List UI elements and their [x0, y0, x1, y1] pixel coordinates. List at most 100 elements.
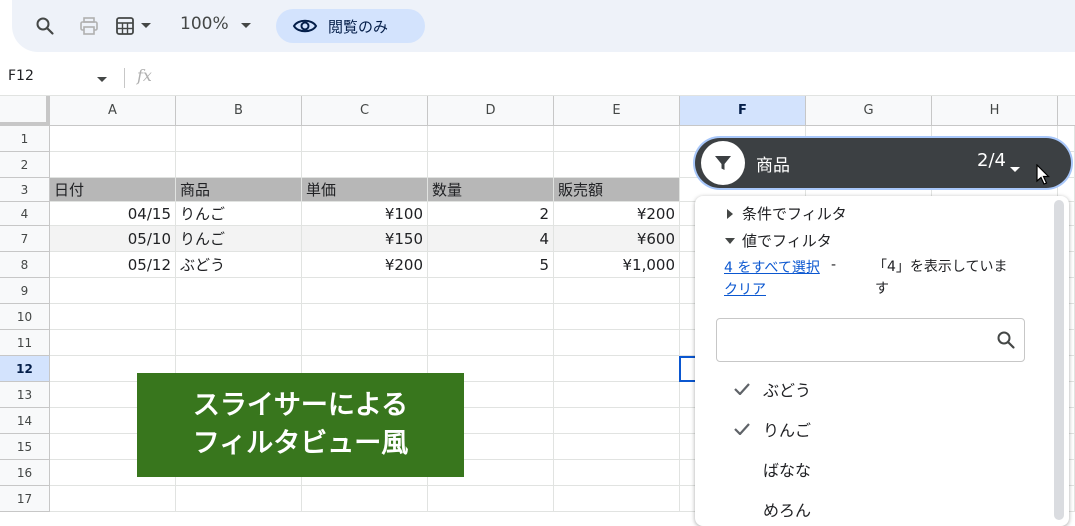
filter-value-item[interactable]: めろん [731, 496, 811, 522]
panel-scrollbar[interactable] [1054, 200, 1064, 520]
empty-cell[interactable] [554, 408, 680, 434]
row-header[interactable]: 1 [0, 126, 50, 152]
name-box[interactable]: F12 [8, 68, 34, 84]
column-header-h[interactable]: H [932, 96, 1058, 126]
table-cell[interactable]: ¥200 [554, 202, 680, 226]
table-cell[interactable]: ¥200 [302, 252, 428, 278]
zoom-dropdown-icon[interactable] [240, 14, 258, 38]
filter-search-input[interactable] [716, 318, 1025, 362]
row-header-selected[interactable]: 12 [0, 356, 50, 382]
table-header-cell[interactable]: 販売額 [554, 178, 680, 202]
column-header-d[interactable]: D [428, 96, 554, 126]
chevron-down-icon[interactable] [138, 0, 154, 52]
view-only-button[interactable]: 閲覧のみ [276, 9, 425, 43]
row-header[interactable]: 8 [0, 252, 50, 278]
table-cell[interactable]: 2 [428, 202, 554, 226]
filter-value-item[interactable]: ばなな [731, 456, 811, 482]
empty-cell[interactable] [176, 126, 302, 152]
empty-cell[interactable] [554, 278, 680, 304]
table-cell[interactable]: ¥100 [302, 202, 428, 226]
empty-cell[interactable] [554, 330, 680, 356]
empty-cell[interactable] [50, 486, 176, 512]
empty-cell[interactable] [50, 278, 176, 304]
empty-cell[interactable] [554, 434, 680, 460]
row-header[interactable]: 11 [0, 330, 50, 356]
table-header-cell[interactable]: 日付 [50, 178, 176, 202]
empty-cell[interactable] [302, 126, 428, 152]
column-header-next[interactable] [1058, 96, 1075, 126]
empty-cell[interactable] [554, 152, 680, 178]
empty-cell[interactable] [428, 152, 554, 178]
table-cell[interactable]: りんご [176, 202, 302, 226]
print-icon[interactable] [76, 0, 102, 52]
empty-cell[interactable] [302, 278, 428, 304]
empty-cell[interactable] [428, 126, 554, 152]
filter-value-item[interactable]: りんご [731, 416, 811, 442]
table-header-cell[interactable]: 商品 [176, 178, 302, 202]
row-header[interactable]: 3 [0, 178, 50, 202]
name-box-dropdown-icon[interactable] [96, 69, 108, 88]
table-cell[interactable]: ¥600 [554, 226, 680, 252]
calculator-icon[interactable] [112, 0, 138, 52]
empty-cell[interactable] [428, 304, 554, 330]
empty-cell[interactable] [50, 126, 176, 152]
column-header-g[interactable]: G [806, 96, 932, 126]
row-header[interactable]: 17 [0, 486, 50, 512]
chevron-down-icon[interactable] [1010, 158, 1020, 177]
empty-cell[interactable] [302, 330, 428, 356]
table-cell[interactable]: 5 [428, 252, 554, 278]
select-all-corner[interactable] [0, 96, 50, 126]
column-header-e[interactable]: E [554, 96, 680, 126]
empty-cell[interactable] [302, 486, 428, 512]
row-header[interactable]: 14 [0, 408, 50, 434]
empty-cell[interactable] [176, 304, 302, 330]
empty-cell[interactable] [176, 330, 302, 356]
slicer-chip[interactable]: 商品 2/4 [695, 138, 1071, 188]
empty-cell[interactable] [554, 382, 680, 408]
table-cell[interactable]: りんご [176, 226, 302, 252]
empty-cell[interactable] [554, 356, 680, 382]
empty-cell[interactable] [302, 152, 428, 178]
filter-by-condition-toggle[interactable]: 条件でフィルタ [723, 203, 847, 224]
filter-by-value-toggle[interactable]: 値でフィルタ [723, 230, 832, 251]
empty-cell[interactable] [554, 486, 680, 512]
table-cell[interactable]: ¥1,000 [554, 252, 680, 278]
clear-link[interactable]: クリア [724, 279, 766, 299]
select-all-link[interactable]: 4 をすべて選択 [724, 257, 820, 277]
table-cell[interactable]: 4 [428, 226, 554, 252]
table-cell[interactable]: 05/10 [50, 226, 176, 252]
filter-value-item[interactable]: ぶどう [731, 376, 811, 402]
column-header-b[interactable]: B [176, 96, 302, 126]
table-header-cell[interactable]: 数量 [428, 178, 554, 202]
row-header[interactable]: 16 [0, 460, 50, 486]
column-header-c[interactable]: C [302, 96, 428, 126]
empty-cell[interactable] [554, 126, 680, 152]
row-header[interactable]: 4 [0, 202, 50, 226]
empty-cell[interactable] [302, 304, 428, 330]
empty-cell[interactable] [50, 152, 176, 178]
table-cell[interactable]: ¥150 [302, 226, 428, 252]
column-header-a[interactable]: A [50, 96, 176, 126]
table-cell[interactable]: 05/12 [50, 252, 176, 278]
column-header-f[interactable]: F [680, 96, 806, 126]
empty-cell[interactable] [428, 486, 554, 512]
empty-cell[interactable] [428, 278, 554, 304]
empty-cell[interactable] [428, 330, 554, 356]
zoom-level[interactable]: 100% [180, 14, 229, 34]
empty-cell[interactable] [176, 486, 302, 512]
row-header[interactable]: 13 [0, 382, 50, 408]
row-header[interactable]: 10 [0, 304, 50, 330]
table-cell[interactable]: 04/15 [50, 202, 176, 226]
empty-cell[interactable] [176, 152, 302, 178]
table-header-cell[interactable]: 単価 [302, 178, 428, 202]
empty-cell[interactable] [554, 304, 680, 330]
empty-cell[interactable] [554, 460, 680, 486]
row-header[interactable]: 2 [0, 152, 50, 178]
search-icon[interactable] [32, 0, 58, 52]
row-header[interactable]: 15 [0, 434, 50, 460]
empty-cell[interactable] [50, 304, 176, 330]
empty-cell[interactable] [50, 330, 176, 356]
empty-cell[interactable] [176, 278, 302, 304]
table-cell[interactable]: ぶどう [176, 252, 302, 278]
row-header[interactable]: 9 [0, 278, 50, 304]
